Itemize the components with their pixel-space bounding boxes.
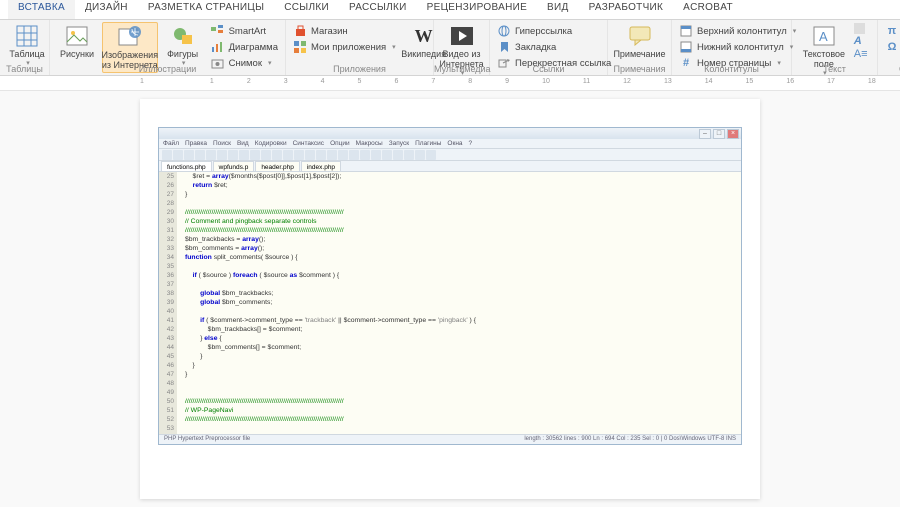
footer-button[interactable]: Нижний колонтитул [676,39,799,55]
svg-text:A: A [819,29,828,44]
pictures-button[interactable]: Рисунки [54,22,100,61]
tab-рассылки[interactable]: РАССЫЛКИ [339,0,417,19]
group-label: Символы [878,63,900,75]
page: –□× ФайлПравкаПоискВидКодировкиСинтаксис… [140,99,760,499]
group-label: Ссылки [490,63,607,75]
editor-menu[interactable]: ФайлПравкаПоискВидКодировкиСинтаксисОпци… [159,139,741,149]
store-button[interactable]: Магазин [290,23,399,39]
quickparts-icon[interactable] [854,23,865,34]
comment-button[interactable]: Примечание [612,22,667,61]
editor-statusbar: PHP Hypertext Preprocessor filelength : … [159,434,741,444]
line-gutter: 2526272829303132333435363738394041424344… [159,172,177,434]
equation-button[interactable]: πУравнение [882,23,900,39]
header-button[interactable]: Верхний колонтитул [676,23,799,39]
table-button[interactable]: Таблица [4,22,50,69]
editor-file-tabs[interactable]: functions.phpwpfunds.pheader.phpindex.ph… [159,161,741,172]
dropcap-icon[interactable]: A≡ [854,48,868,60]
tab-разработчик[interactable]: РАЗРАБОТЧИК [579,0,674,19]
smartart-button[interactable]: SmartArt [208,23,281,39]
tab-разметка страницы[interactable]: РАЗМЕТКА СТРАНИЦЫ [138,0,274,19]
group-label: Мультимедиа [434,63,489,75]
code-content: $ret = array($months[$post[0]],$post[1],… [177,172,741,434]
ruler: 1123456789101112131415161718 [0,76,900,91]
tab-рецензирование[interactable]: РЕЦЕНЗИРОВАНИЕ [417,0,537,19]
group-label: Примечания [608,63,671,75]
window-titlebar: –□× [159,128,741,139]
tab-дизайн[interactable]: ДИЗАЙН [75,0,138,19]
hyperlink-button[interactable]: Гиперссылка [494,23,614,39]
close-icon[interactable]: × [727,129,739,139]
embedded-code-editor: –□× ФайлПравкаПоискВидКодировкиСинтаксис… [158,127,742,445]
minimize-icon[interactable]: – [699,129,711,139]
wordart-icon[interactable]: A [854,35,862,47]
ribbon: Таблица Таблицы Рисунки Изображения из И… [0,20,900,76]
document-area: –□× ФайлПравкаПоискВидКодировкиСинтаксис… [0,91,900,507]
tab-acrobat[interactable]: ACROBAT [673,0,743,19]
tab-вид[interactable]: ВИД [537,0,579,19]
shapes-button[interactable]: Фигуры [160,22,206,69]
tab-ссылки[interactable]: ССЫЛКИ [274,0,339,19]
group-label: Приложения [286,63,433,75]
ribbon-tabs: ВСТАВКАДИЗАЙНРАЗМЕТКА СТРАНИЦЫССЫЛКИРАСС… [0,0,900,20]
group-label: Текст [792,63,877,75]
group-label: Таблицы [0,63,49,75]
maximize-icon[interactable]: □ [713,129,725,139]
group-label: Иллюстрации [50,63,285,75]
tab-вставка[interactable]: ВСТАВКА [8,0,75,19]
chart-button[interactable]: Диаграмма [208,39,281,55]
editor-toolbar[interactable] [159,149,741,161]
symbol-button[interactable]: ΩСимвол [882,39,900,55]
bookmark-button[interactable]: Закладка [494,39,614,55]
group-label: Колонтитулы [672,63,791,75]
myapps-button[interactable]: Мои приложения [290,39,399,55]
